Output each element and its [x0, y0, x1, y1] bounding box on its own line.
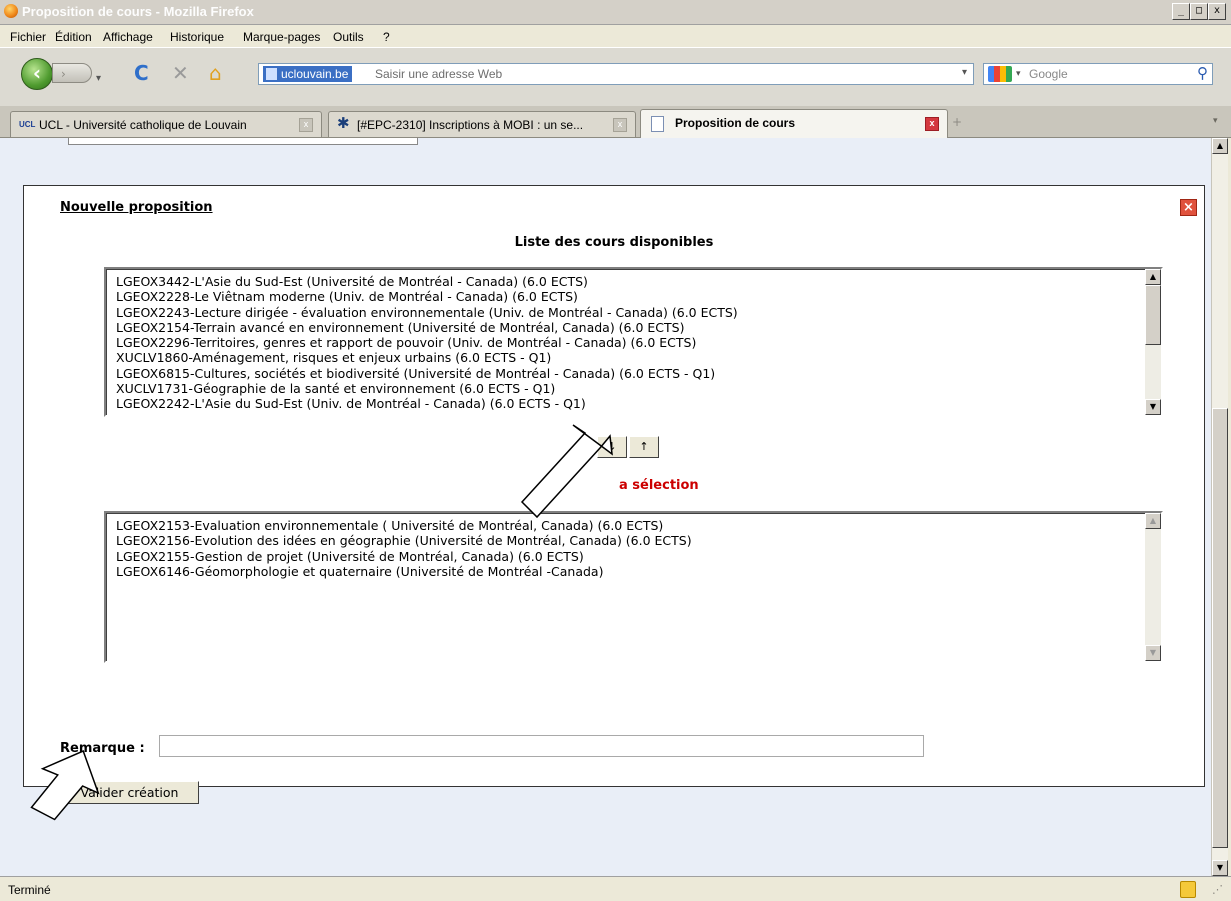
partial-element [68, 138, 418, 145]
available-courses-heading: Liste des cours disponibles [514, 235, 714, 250]
status-text: Terminé [8, 883, 51, 897]
url-bar[interactable]: uclouvain.be Saisir une adresse Web ▾ [258, 63, 974, 85]
url-input[interactable]: Saisir une adresse Web [375, 67, 502, 81]
ucl-favicon-icon: UCL [19, 120, 36, 129]
menu-historique[interactable]: Historique [170, 30, 224, 44]
tab-ucl[interactable]: UCL UCL - Université catholique de Louva… [10, 111, 322, 137]
home-icon[interactable]: ⌂ [209, 62, 222, 84]
list-item[interactable]: LGEOX2154-Terrain avancé en environnemen… [116, 320, 1141, 335]
list-item[interactable]: XUCLV1860-Aménagement, risques et enjeux… [116, 350, 1141, 365]
list-item[interactable]: LGEOX6146-Géomorphologie et quaternaire … [116, 564, 1141, 579]
scroll-up-icon[interactable]: ▲ [1212, 138, 1228, 154]
remark-input[interactable] [159, 735, 924, 757]
scroll-down-icon[interactable]: ▼ [1145, 645, 1161, 661]
new-proposal-panel: Nouvelle proposition × Liste des cours d… [23, 185, 1205, 804]
list-item[interactable]: LGEOX2243-Lecture dirigée - évaluation e… [116, 305, 1141, 320]
forward-button[interactable]: › [52, 63, 92, 83]
selected-courses-list[interactable]: LGEOX2153-Evaluation environnementale ( … [104, 511, 1163, 663]
menu-fichier[interactable]: Fichier [10, 30, 46, 44]
scroll-up-icon[interactable]: ▲ [1145, 269, 1161, 285]
submit-button[interactable]: Valider création [60, 781, 199, 804]
list-item[interactable]: LGEOX6815-Cultures, sociétés et biodiver… [116, 366, 1141, 381]
status-bar: Terminé ⋰ [0, 876, 1231, 901]
close-window-button[interactable]: x [1208, 3, 1226, 20]
jira-favicon-icon: ✱ [337, 115, 350, 132]
list-item[interactable]: XUCLV1731-Géographie de la santé et envi… [116, 381, 1141, 396]
new-tab-icon[interactable]: + [952, 115, 962, 129]
tab-close-icon[interactable]: x [613, 118, 627, 132]
tab-bar: UCL UCL - Université catholique de Louva… [0, 106, 1231, 138]
back-button[interactable]: ‹ [21, 58, 53, 90]
minimize-button[interactable]: _ [1172, 3, 1190, 20]
title-bar: Proposition de cours - Mozilla Firefox _… [0, 0, 1231, 25]
panel-title: Nouvelle proposition [60, 200, 213, 215]
page-scrollbar[interactable]: ▲ ▼ [1211, 138, 1228, 876]
list-item[interactable]: LGEOX2228-Le Viêtnam moderne (Univ. de M… [116, 289, 1141, 304]
search-engine-icon[interactable] [988, 66, 1012, 82]
menu-outils[interactable]: Outils [333, 30, 364, 44]
maximize-button[interactable]: □ [1190, 3, 1208, 20]
firefox-icon [4, 4, 18, 18]
history-dropdown-icon[interactable]: ▾ [96, 68, 101, 90]
search-bar[interactable]: ▾ Google ⚲ [983, 63, 1213, 85]
search-icon[interactable]: ⚲ [1197, 64, 1208, 82]
move-up-button[interactable]: ↑ [629, 436, 659, 458]
page-favicon-icon [651, 116, 664, 132]
remark-label: Remarque : [60, 741, 145, 756]
list-scrollbar[interactable]: ▲ ▼ [1145, 269, 1161, 415]
list-item[interactable]: LGEOX2156-Evolution des idées en géograp… [116, 533, 1141, 548]
menu-help[interactable]: ? [383, 30, 390, 44]
tab-close-icon[interactable]: x [299, 118, 313, 132]
list-item[interactable]: LGEOX2155-Gestion de projet (Université … [116, 549, 1141, 564]
search-engine-dropdown-icon[interactable]: ▾ [1016, 68, 1021, 79]
search-input[interactable]: Google [1029, 67, 1068, 81]
menu-affichage[interactable]: Affichage [103, 30, 153, 44]
available-courses-list[interactable]: LGEOX3442-L'Asie du Sud-Est (Université … [104, 267, 1163, 417]
scroll-down-icon[interactable]: ▼ [1212, 860, 1228, 876]
tab-close-icon[interactable]: x [925, 117, 939, 131]
close-panel-button[interactable]: × [1180, 199, 1197, 216]
menu-bar: Fichier Édition Affichage Historique Mar… [0, 25, 1231, 47]
list-item[interactable]: LGEOX2296-Territoires, genres et rapport… [116, 335, 1141, 350]
scroll-thumb[interactable] [1212, 408, 1228, 848]
navigation-toolbar: ‹ › ▾ C ✕ ⌂ uclouvain.be Saisir une adre… [0, 47, 1231, 107]
scroll-thumb[interactable] [1145, 285, 1161, 345]
list-item[interactable]: LGEOX2153-Evaluation environnementale ( … [116, 518, 1141, 533]
page-content: Nouvelle proposition × Liste des cours d… [0, 138, 1211, 876]
scroll-up-icon[interactable]: ▲ [1145, 513, 1161, 529]
list-item[interactable]: LGEOX2242-L'Asie du Sud-Est (Univ. de Mo… [116, 396, 1141, 411]
menu-edition[interactable]: Édition [55, 30, 92, 44]
tab-jira[interactable]: ✱ [#EPC-2310] Inscriptions à MOBI : un s… [328, 111, 636, 137]
tab-list-icon[interactable]: ▾ [1213, 116, 1218, 126]
list-item[interactable]: LGEOX3442-L'Asie du Sud-Est (Université … [116, 274, 1141, 289]
resize-grip-icon[interactable]: ⋰ [1212, 883, 1223, 896]
tab-proposition[interactable]: Proposition de cours x [640, 109, 948, 138]
site-identity-badge[interactable]: uclouvain.be [263, 66, 353, 82]
reload-icon[interactable]: C [134, 62, 149, 84]
browser-window: Proposition de cours - Mozilla Firefox _… [0, 0, 1231, 901]
menu-marque-pages[interactable]: Marque-pages [243, 30, 320, 44]
window-title: Proposition de cours - Mozilla Firefox [22, 4, 254, 19]
url-dropdown-icon[interactable]: ▾ [962, 67, 967, 78]
list-scrollbar[interactable]: ▲ ▼ [1145, 513, 1161, 661]
move-down-button[interactable]: ↓ [597, 436, 627, 458]
stop-icon[interactable]: ✕ [172, 62, 189, 84]
scroll-down-icon[interactable]: ▼ [1145, 399, 1161, 415]
selection-heading: a sélection [619, 478, 699, 493]
lock-icon [1180, 881, 1196, 898]
